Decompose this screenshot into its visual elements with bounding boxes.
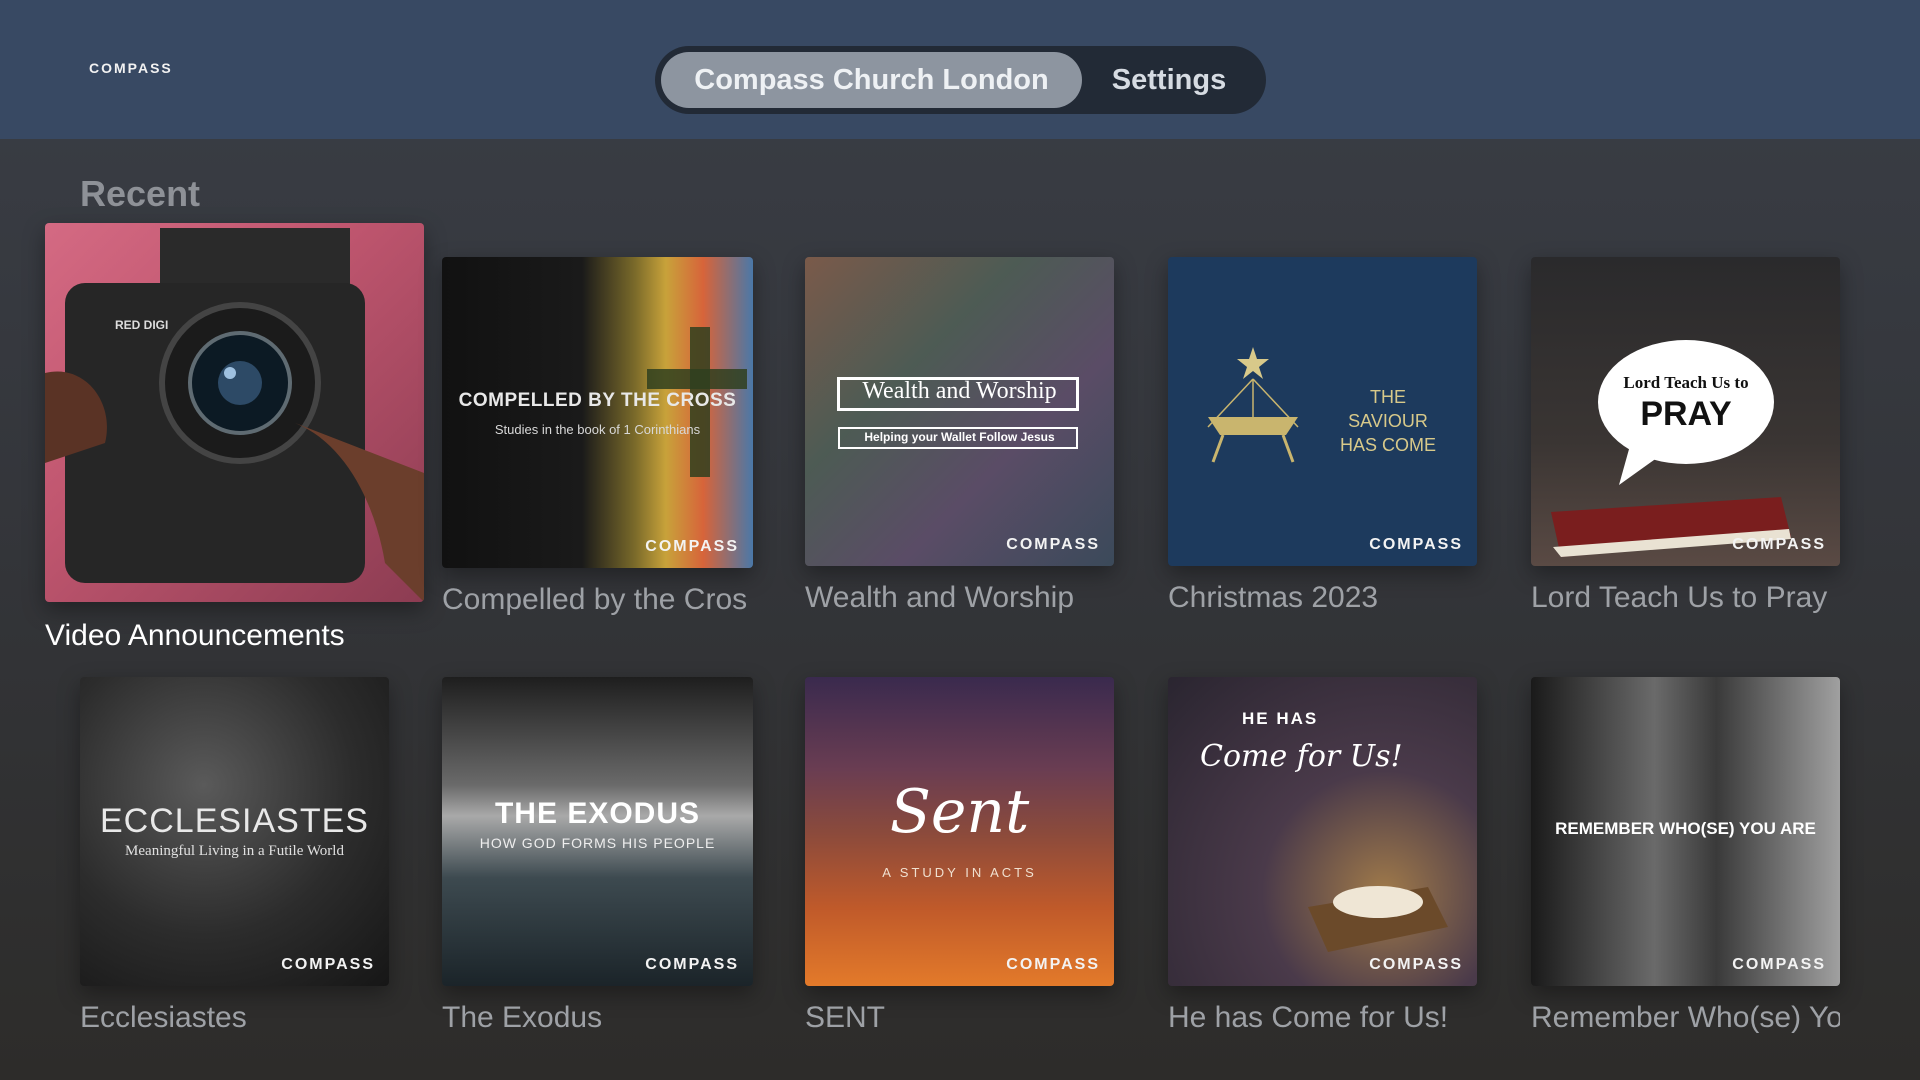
art-title: REMEMBER WHO(SE) YOU ARE: [1555, 819, 1816, 838]
art-subtitle: Studies in the book of 1 Corinthians: [494, 422, 701, 437]
compass-logo: COMPASS: [89, 60, 173, 76]
art-subtitle: Meaningful Living in a Futile World: [125, 843, 344, 859]
section-title-recent: Recent: [80, 173, 201, 214]
tab-compass-church-london[interactable]: Compass Church London: [661, 52, 1082, 108]
cross-icon: [647, 327, 747, 477]
card-artwork: Sent A STUDY IN ACTS COMPASS: [805, 677, 1114, 986]
card-artwork: THE EXODUS HOW GOD FORMS HIS PEOPLE COMP…: [442, 677, 753, 986]
card-label: SENT: [805, 1001, 886, 1034]
card-artwork: COMPELLED BY THE CROSS Studies in the bo…: [442, 257, 753, 568]
compass-watermark: COMPASS: [1006, 956, 1100, 973]
art-title: Wealth and Worship: [862, 378, 1057, 404]
card-label: Video Announcements: [45, 619, 345, 652]
top-bar: COMPASS Compass Church London Settings: [0, 0, 1920, 139]
art-title: ECCLESIASTES: [100, 802, 369, 840]
art-subtitle: Helping your Wallet Follow Jesus: [864, 430, 1055, 444]
tab-bar: Compass Church London Settings: [655, 46, 1266, 114]
card-label: Christmas 2023: [1168, 581, 1379, 614]
art-title: THE EXODUS: [494, 797, 701, 830]
compass-watermark: COMPASS: [281, 956, 375, 973]
art-title: THE SAVIOUR HAS COME: [1339, 387, 1436, 455]
card-artwork: REMEMBER WHO(SE) YOU ARE COMPASS: [1531, 677, 1840, 986]
art-subtitle: HOW GOD FORMS HIS PEOPLE: [479, 835, 716, 851]
compass-watermark: COMPASS: [1369, 536, 1463, 553]
card-label: Wealth and Worship: [805, 581, 1075, 614]
card-artwork: Wealth and Worship Helping your Wallet F…: [805, 257, 1114, 566]
art-title: Sent: [889, 777, 1030, 847]
camera-brand-text: RED DIGI: [115, 318, 169, 332]
art-title: COMPELLED BY THE CROSS: [458, 390, 737, 411]
card-artwork: ECCLESIASTES Meaningful Living in a Futi…: [80, 677, 389, 986]
card-label: Lord Teach Us to Pray: [1531, 581, 1828, 614]
video-camera-icon: [45, 228, 424, 602]
tab-settings[interactable]: Settings: [1082, 52, 1256, 108]
card-artwork: HE HAS Come for Us! COMPASS: [1168, 677, 1477, 986]
compass-watermark: COMPASS: [1369, 956, 1463, 973]
compass-watermark: COMPASS: [645, 956, 739, 973]
card-artwork: RED DIGI: [45, 223, 424, 602]
art-title: Lord Teach Us to: [1623, 373, 1749, 392]
manger-icon: [1308, 886, 1448, 952]
card-label: Compelled by the Cros: [442, 583, 748, 616]
compass-watermark: COMPASS: [1732, 536, 1826, 553]
compass-watermark: COMPASS: [645, 538, 739, 555]
card-artwork: THE SAVIOUR HAS COME COMPASS: [1168, 257, 1477, 566]
compass-watermark: COMPASS: [1732, 956, 1826, 973]
card-artwork: Lord Teach Us to PRAY COMPASS: [1531, 257, 1840, 566]
card-label: The Exodus: [442, 1001, 603, 1034]
card-label: He has Come for Us!: [1168, 1001, 1449, 1034]
card-label: Ecclesiastes: [80, 1001, 247, 1034]
art-title-big: PRAY: [1640, 395, 1732, 433]
art-subtitle: A STUDY IN ACTS: [882, 865, 1037, 880]
compass-watermark: COMPASS: [1006, 536, 1100, 553]
card-label: Remember Who(se) Yo: [1531, 1001, 1840, 1034]
